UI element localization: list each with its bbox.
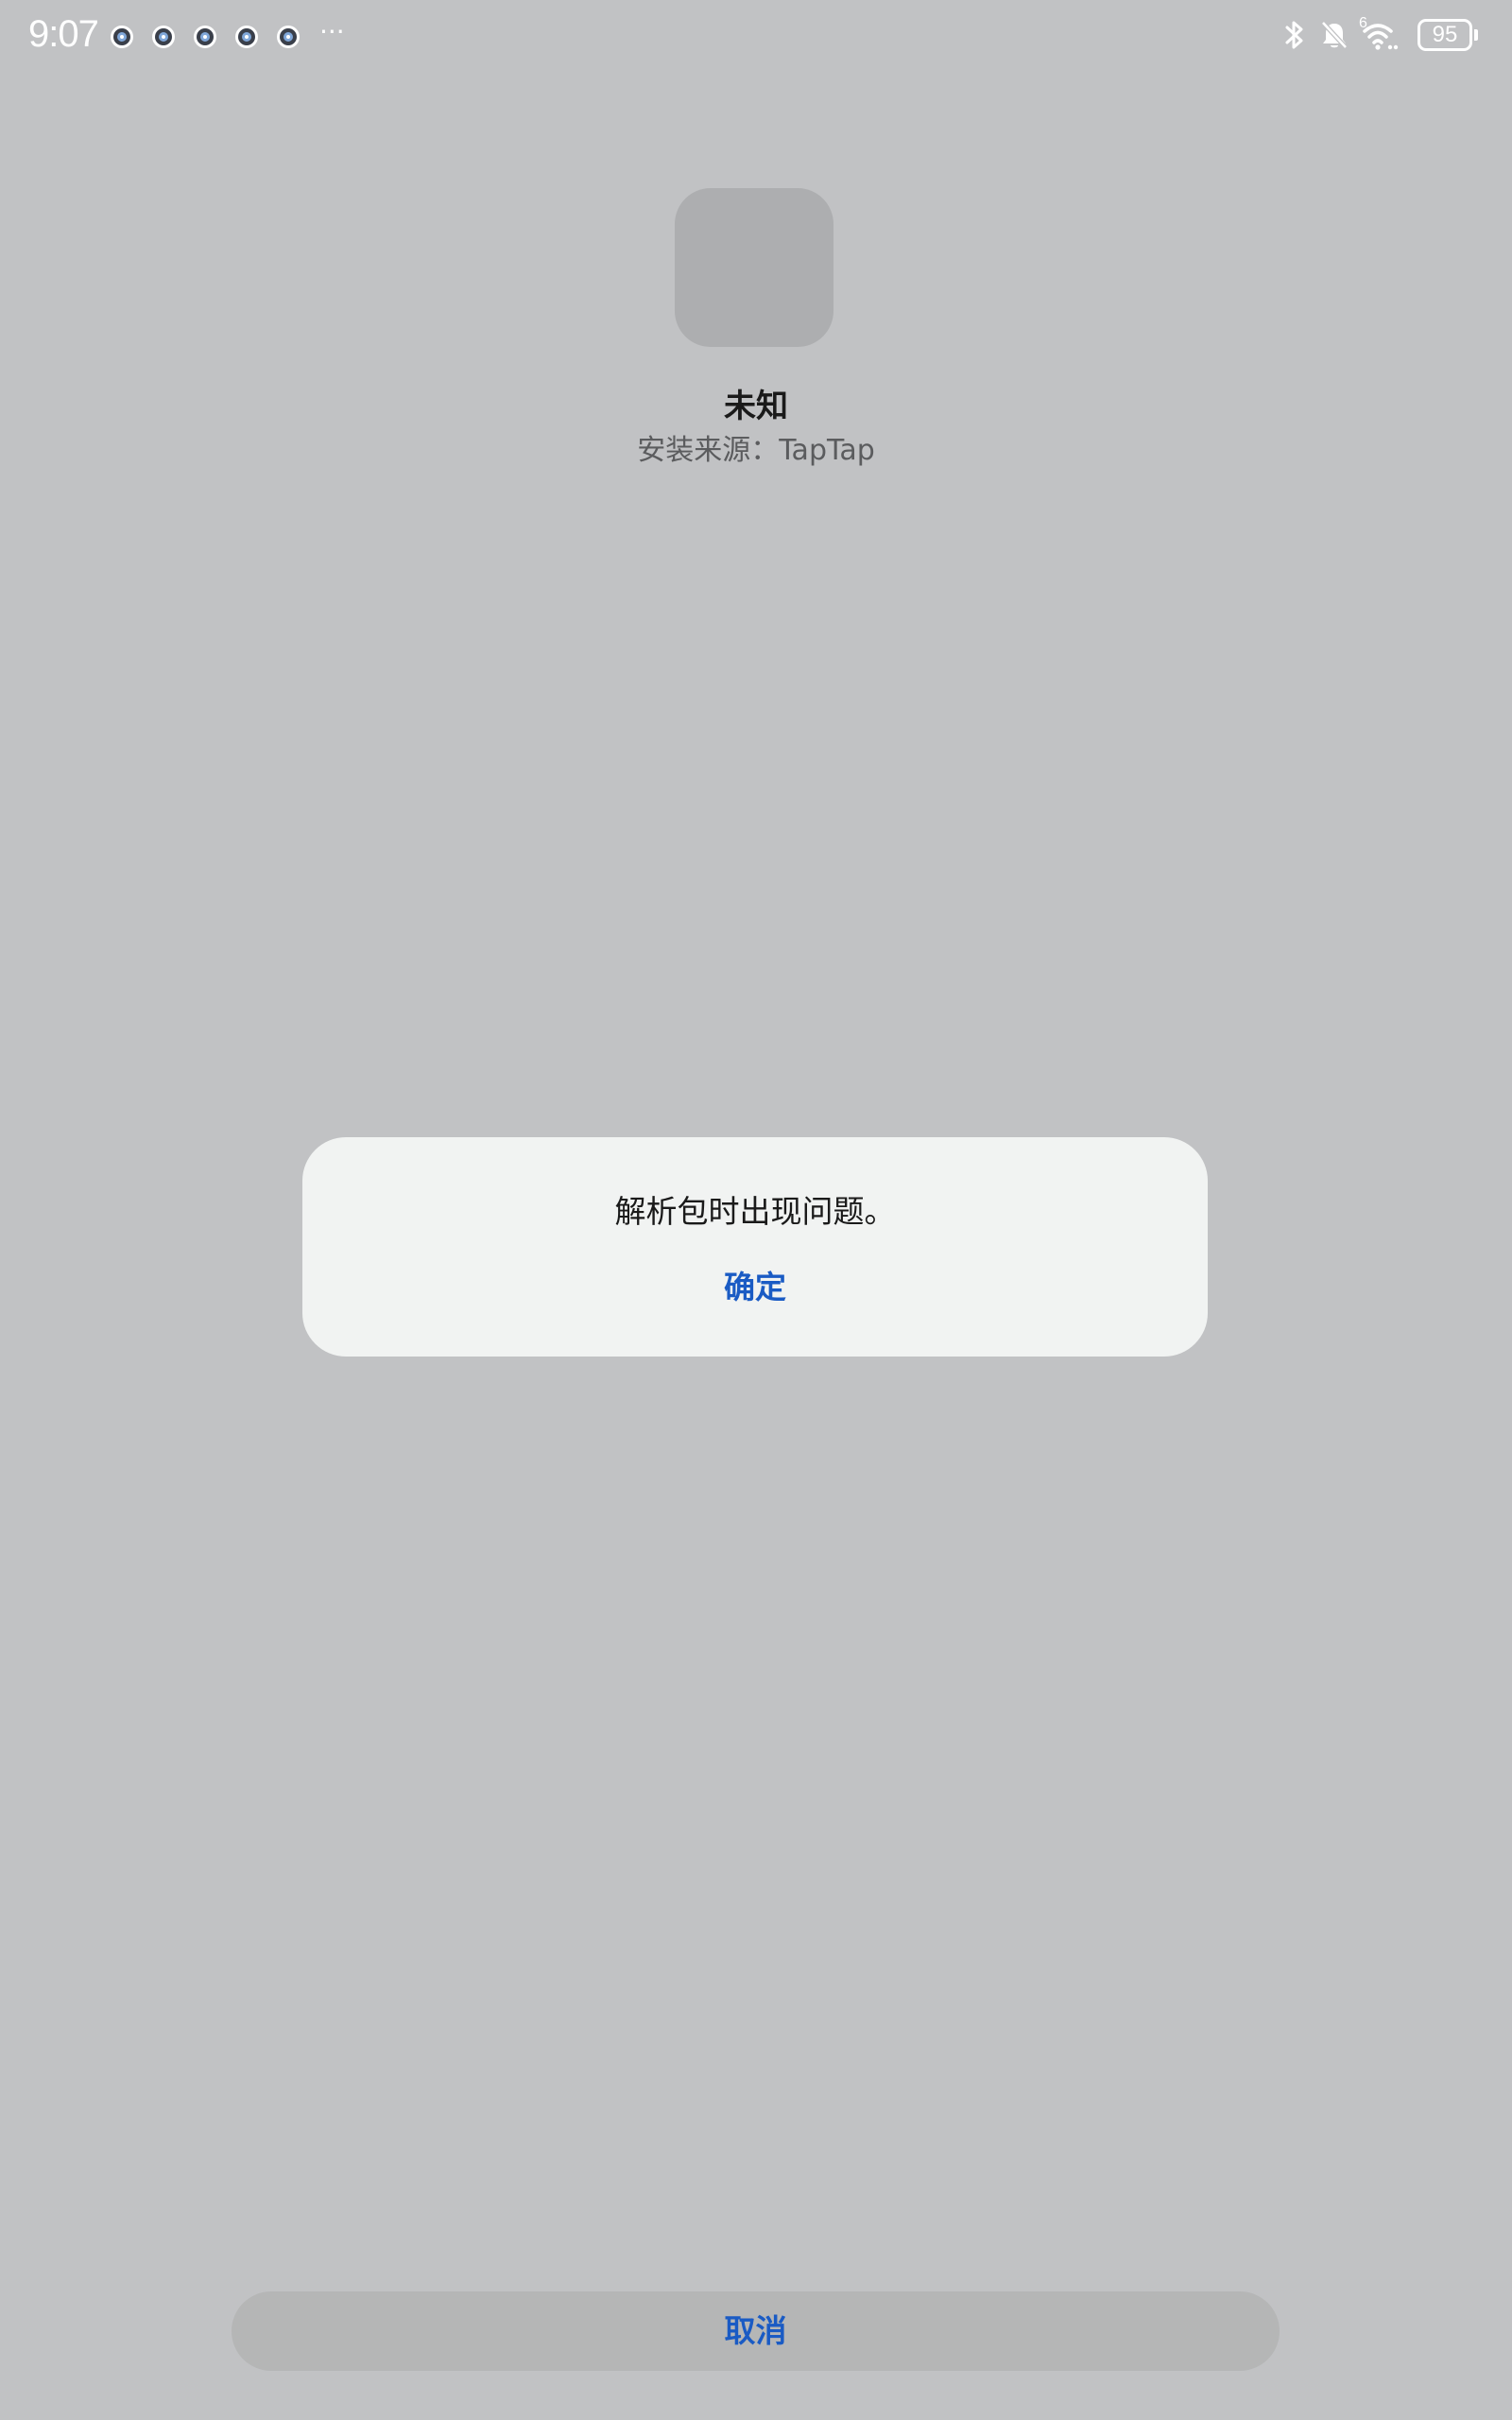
app-icon-placeholder: [675, 188, 833, 347]
bell-muted-icon: [1321, 21, 1348, 49]
status-bar: 9:07 ··· 6 95: [0, 0, 1512, 76]
more-notifications-icon: ···: [319, 16, 345, 47]
cancel-button[interactable]: 取消: [232, 2291, 1280, 2371]
app-name: 未知: [724, 388, 788, 425]
wifi-indicator: 6: [1359, 15, 1400, 51]
battery-level: 95: [1432, 22, 1458, 47]
wifi-icon: [1363, 24, 1399, 50]
app-notification-icon: [235, 26, 258, 48]
app-notification-icon: [194, 26, 216, 48]
dialog-message: 解析包时出现问题。: [614, 1193, 896, 1230]
battery-icon: 95: [1418, 19, 1472, 51]
status-time: 9:07: [28, 13, 99, 55]
system-icons: 6 95: [1283, 15, 1478, 51]
confirm-button[interactable]: 确定: [661, 1254, 850, 1321]
battery-tip: [1474, 29, 1478, 41]
error-dialog: 解析包时出现问题。 确定: [302, 1137, 1208, 1357]
app-notification-icon: [277, 26, 300, 48]
app-notification-icon: [152, 26, 175, 48]
bluetooth-icon: [1285, 21, 1303, 49]
app-notification-icon: [111, 26, 133, 48]
notification-icons: ···: [110, 16, 345, 49]
install-source: 安装来源：TapTap: [637, 434, 875, 467]
